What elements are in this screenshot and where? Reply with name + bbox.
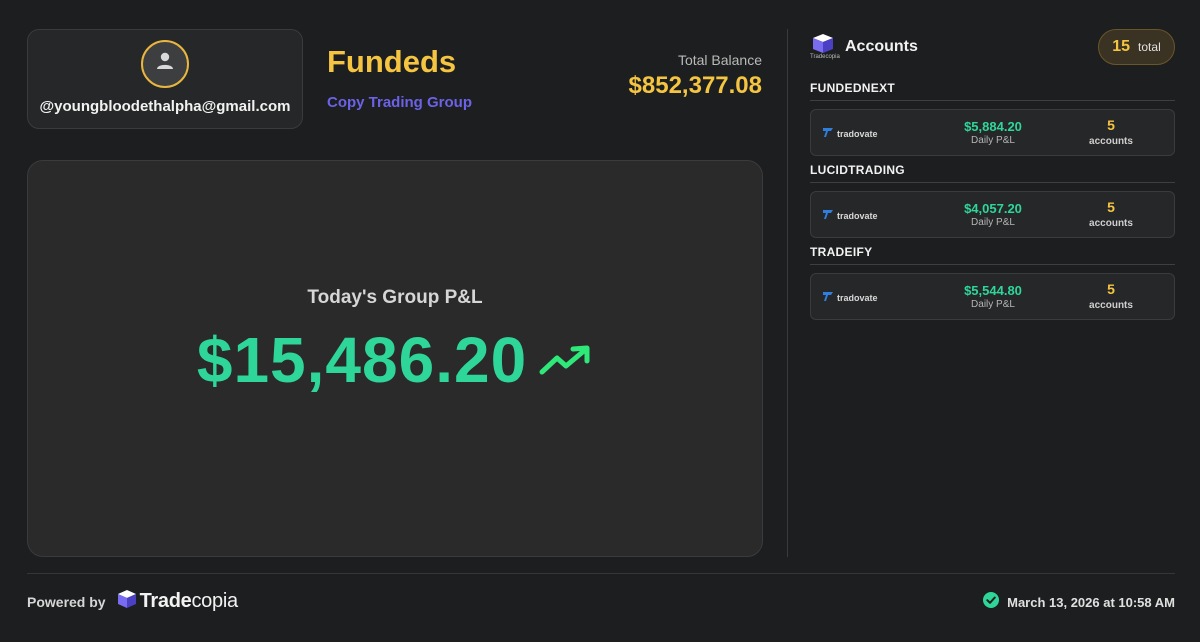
account-section-lucidtrading: LUCIDTRADING tradovate $4,057.20 Daily P… xyxy=(810,163,1175,238)
tradovate-logo-icon xyxy=(822,289,834,307)
group-pnl-card: Today's Group P&L $15,486.20 xyxy=(27,160,763,557)
broker: tradovate xyxy=(822,289,878,307)
group-title: Fundeds xyxy=(327,44,457,79)
accounts-total-label: total xyxy=(1138,40,1161,54)
account-count: 5 accounts xyxy=(1071,199,1151,229)
accounts-title: Accounts xyxy=(845,38,918,55)
tradovate-logo-icon xyxy=(822,125,834,143)
avatar[interactable] xyxy=(141,39,189,88)
accounts-header: Tradecopia Accounts xyxy=(810,32,918,62)
broker: tradovate xyxy=(822,125,878,143)
user-email: @youngbloodethalpha@gmail.com xyxy=(39,97,291,115)
trending-up-icon xyxy=(539,344,593,383)
group-pnl-label: Today's Group P&L xyxy=(307,286,483,308)
accounts-total-badge: 15 total xyxy=(1098,29,1175,65)
tradovate-logo-icon xyxy=(822,207,834,225)
tradecopia-cube-icon xyxy=(117,589,137,614)
brand-name: Tradecopia xyxy=(139,590,239,613)
daily-pnl-label: Daily P&L xyxy=(971,217,1015,228)
column-divider xyxy=(787,29,788,557)
daily-pnl: $5,544.80 Daily P&L xyxy=(947,283,1039,310)
group-subtitle: Copy Trading Group xyxy=(327,94,472,111)
broker-card[interactable]: tradovate $5,544.80 Daily P&L 5 accounts xyxy=(810,273,1175,320)
broker-name: tradovate xyxy=(837,293,878,303)
broker: tradovate xyxy=(822,207,878,225)
account-count-value: 5 xyxy=(1107,199,1115,215)
account-section-fundednext: FUNDEDNEXT tradovate $5,884.20 Daily P&L… xyxy=(810,81,1175,156)
account-count-label: accounts xyxy=(1089,218,1133,229)
broker-name: tradovate xyxy=(837,211,878,221)
account-count-label: accounts xyxy=(1089,136,1133,147)
total-balance-label: Total Balance xyxy=(677,52,762,68)
broker-name: tradovate xyxy=(837,129,878,139)
check-circle-icon xyxy=(983,592,1000,613)
brand-logo[interactable]: Tradecopia xyxy=(117,589,238,614)
powered-by: Powered by Tradecopia xyxy=(27,589,238,614)
daily-pnl-value: $4,057.20 xyxy=(964,201,1022,216)
broker-card[interactable]: tradovate $4,057.20 Daily P&L 5 accounts xyxy=(810,191,1175,238)
daily-pnl-value: $5,544.80 xyxy=(964,283,1022,298)
timestamp-text: March 13, 2026 at 10:58 AM xyxy=(1007,595,1175,610)
account-count: 5 accounts xyxy=(1071,281,1151,311)
daily-pnl: $4,057.20 Daily P&L xyxy=(947,201,1039,228)
group-pnl-row: $15,486.20 xyxy=(197,323,593,397)
section-name: LUCIDTRADING xyxy=(810,163,1175,183)
daily-pnl-value: $5,884.20 xyxy=(964,119,1022,134)
accounts-total-count: 15 xyxy=(1112,38,1131,55)
section-name: FUNDEDNEXT xyxy=(810,81,1175,101)
account-count: 5 accounts xyxy=(1071,117,1151,147)
broker-card[interactable]: tradovate $5,884.20 Daily P&L 5 accounts xyxy=(810,109,1175,156)
total-balance-value: $852,377.08 xyxy=(628,72,762,99)
daily-pnl-label: Daily P&L xyxy=(971,299,1015,310)
section-name: TRADEIFY xyxy=(810,245,1175,265)
footer-divider xyxy=(27,573,1175,574)
daily-pnl-label: Daily P&L xyxy=(971,135,1015,146)
user-icon xyxy=(154,50,176,77)
account-section-tradeify: TRADEIFY tradovate $5,544.80 Daily P&L 5… xyxy=(810,245,1175,320)
powered-by-label: Powered by xyxy=(27,593,106,610)
logo-caption: Tradecopia xyxy=(810,54,840,60)
brand-name-bold: Trade xyxy=(139,590,192,612)
account-count-value: 5 xyxy=(1107,281,1115,297)
account-count-value: 5 xyxy=(1107,117,1115,133)
tradecopia-logo-icon: Tradecopia xyxy=(810,32,840,62)
profile-card: @youngbloodethalpha@gmail.com xyxy=(27,29,303,129)
brand-name-light: copia xyxy=(191,590,238,612)
timestamp: March 13, 2026 at 10:58 AM xyxy=(983,592,1175,613)
daily-pnl: $5,884.20 Daily P&L xyxy=(947,119,1039,146)
group-pnl-value: $15,486.20 xyxy=(196,323,528,396)
account-count-label: accounts xyxy=(1089,300,1133,311)
